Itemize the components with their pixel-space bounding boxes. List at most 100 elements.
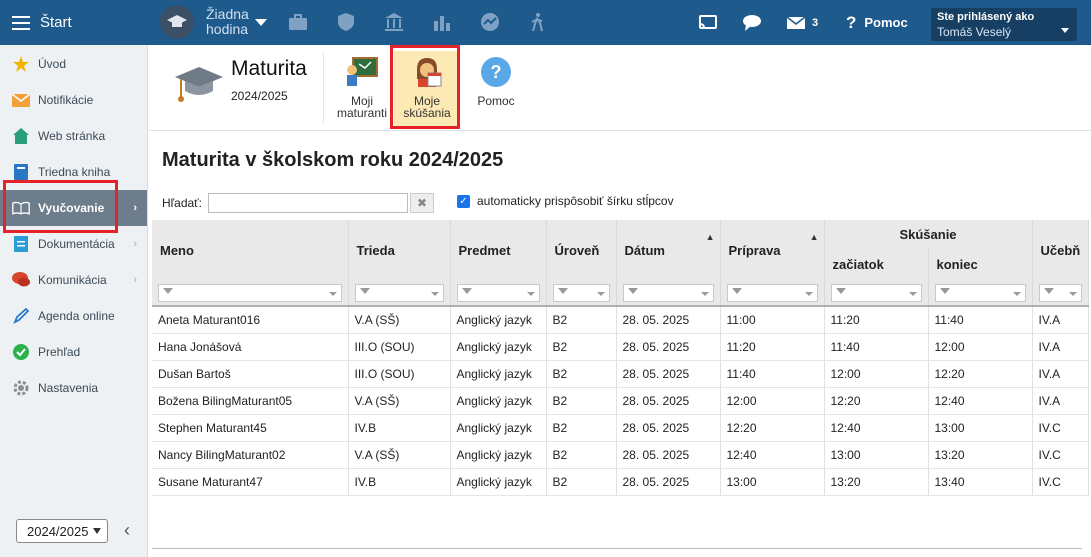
book-icon bbox=[12, 163, 30, 181]
sidebar-item-dokumentacia[interactable]: Dokumentácia › bbox=[0, 226, 147, 262]
cell-exam-end: 13:00 bbox=[928, 414, 1033, 442]
hour-selector[interactable]: Žiadna hodina bbox=[160, 5, 267, 39]
institution-icon[interactable] bbox=[384, 12, 404, 32]
chevron-right-icon: › bbox=[133, 274, 137, 286]
cell-subject: Anglický jazyk bbox=[450, 387, 547, 415]
filter-icon bbox=[731, 287, 742, 294]
cell-prep: 11:00 bbox=[720, 306, 825, 334]
analytics-icon[interactable] bbox=[480, 12, 500, 32]
my-exams-button[interactable]: Moje skúšania bbox=[394, 51, 460, 127]
auto-width-label: automaticky prispôsobiť šírku stĺpcov bbox=[477, 194, 674, 208]
start-menu-button[interactable]: Štart bbox=[0, 0, 148, 45]
exams-table-body: Aneta Maturant016 V.A (SŠ) Anglický jazyk B… bbox=[152, 306, 1090, 496]
table-row[interactable]: Hana Jonášová III.O (SOU) Anglický jazyk B2… bbox=[152, 333, 1090, 361]
sidebar-item-prehlad[interactable]: Prehľad bbox=[0, 334, 147, 370]
column-header-prep[interactable]: Príprava ▲ bbox=[720, 220, 825, 280]
school-year-select[interactable]: 2024/2025 bbox=[16, 519, 108, 543]
sidebar-item-uvod[interactable]: Úvod bbox=[0, 46, 147, 82]
cell-date: 28. 05. 2025 bbox=[616, 441, 721, 469]
house-icon bbox=[12, 127, 30, 145]
module-toolbar: Maturita 2024/2025 Moji maturanti Moje s… bbox=[149, 45, 1091, 131]
filter-exam-start[interactable] bbox=[830, 283, 922, 302]
chevron-right-icon: › bbox=[133, 238, 137, 250]
auto-width-option[interactable]: ✓ automaticky prispôsobiť šírku stĺpcov bbox=[457, 194, 674, 208]
cell-exam-start: 11:40 bbox=[824, 333, 929, 361]
table-row[interactable]: Stephen Maturant45 IV.B Anglický jazyk B2 28… bbox=[152, 414, 1090, 442]
filter-exam-end[interactable] bbox=[934, 283, 1026, 302]
star-icon bbox=[12, 55, 30, 73]
blackboard-icon bbox=[345, 55, 379, 89]
filter-room[interactable] bbox=[1038, 283, 1083, 302]
cell-exam-end: 12:20 bbox=[928, 360, 1033, 388]
column-header-exam-end[interactable]: koniec bbox=[928, 248, 1033, 280]
chevron-down-icon bbox=[254, 18, 267, 26]
sidebar-item-web[interactable]: Web stránka bbox=[0, 118, 147, 154]
clear-search-button[interactable]: ✖ bbox=[410, 193, 435, 213]
cell-name: Dušan Bartoš bbox=[152, 360, 349, 388]
cell-exam-end: 12:00 bbox=[928, 333, 1033, 361]
messages-button[interactable]: 3 bbox=[786, 0, 818, 45]
filter-subject[interactable] bbox=[456, 283, 540, 302]
collapse-sidebar-icon[interactable]: ‹ bbox=[124, 520, 130, 541]
chat-bubbles-icon[interactable] bbox=[742, 13, 764, 33]
table-row[interactable]: Nancy BilingMaturant02 V.A (SŠ) Anglický j… bbox=[152, 441, 1090, 469]
cell-class: IV.B bbox=[348, 414, 451, 442]
table-row[interactable]: Dušan Bartoš III.O (SOU) Anglický jazyk B2 2… bbox=[152, 360, 1090, 388]
column-header-date[interactable]: Dátum ▲ bbox=[616, 220, 721, 280]
cell-room: IV.A bbox=[1032, 387, 1090, 415]
column-header-name[interactable]: Meno bbox=[152, 220, 349, 280]
user-menu[interactable]: Ste prihlásený ako Tomáš Veselý bbox=[931, 8, 1077, 41]
column-header-exam-start[interactable]: začiatok bbox=[824, 248, 929, 280]
cell-level: B2 bbox=[546, 468, 617, 496]
table-row[interactable]: Susane Maturant47 IV.B Anglický jazyk B2 28.… bbox=[152, 468, 1090, 496]
table-row[interactable]: Aneta Maturant016 V.A (SŠ) Anglický jazyk B… bbox=[152, 306, 1090, 334]
search-input[interactable] bbox=[208, 193, 409, 213]
column-header-room[interactable]: Učebň bbox=[1032, 220, 1090, 280]
help-toolbar-button[interactable]: ? Pomoc bbox=[463, 51, 529, 127]
envelope-icon bbox=[12, 91, 30, 109]
filter-icon bbox=[1043, 287, 1054, 294]
filter-date[interactable] bbox=[622, 283, 714, 302]
question-icon: ? bbox=[846, 12, 857, 32]
sidebar: Úvod Notifikácie Web stránka Triedna kni… bbox=[0, 45, 148, 557]
chevron-down-icon bbox=[430, 291, 439, 296]
cell-name: Nancy BilingMaturant02 bbox=[152, 441, 349, 469]
help-button[interactable]: ? Pomoc bbox=[846, 0, 908, 45]
sidebar-item-triedna-kniha[interactable]: Triedna kniha bbox=[0, 154, 147, 190]
cell-date: 28. 05. 2025 bbox=[616, 333, 721, 361]
column-header-class[interactable]: Trieda bbox=[348, 220, 451, 280]
auto-width-checkbox[interactable]: ✓ bbox=[457, 194, 470, 208]
cell-level: B2 bbox=[546, 414, 617, 442]
filter-level[interactable] bbox=[552, 283, 610, 302]
cell-prep: 12:20 bbox=[720, 414, 825, 442]
column-header-level[interactable]: Úroveň bbox=[546, 220, 617, 280]
sidebar-item-komunikacia[interactable]: Komunikácia › bbox=[0, 262, 147, 298]
column-header-subject[interactable]: Predmet bbox=[450, 220, 547, 280]
module-title: Maturita bbox=[231, 57, 307, 80]
cell-name: Božena BilingMaturant05 bbox=[152, 387, 349, 415]
bar-chart-icon[interactable] bbox=[432, 12, 452, 32]
sidebar-item-agenda[interactable]: Agenda online bbox=[0, 298, 147, 334]
chevron-down-icon bbox=[908, 291, 917, 296]
table-row[interactable]: Božena BilingMaturant05 V.A (SŠ) Anglický … bbox=[152, 387, 1090, 415]
chevron-down-icon bbox=[93, 528, 101, 534]
shield-icon[interactable] bbox=[336, 12, 356, 32]
page-title: Maturita v školskom roku 2024/2025 bbox=[162, 149, 504, 171]
filter-name[interactable] bbox=[158, 283, 342, 302]
cast-icon[interactable] bbox=[698, 14, 718, 32]
cell-date: 28. 05. 2025 bbox=[616, 360, 721, 388]
cell-exam-start: 12:00 bbox=[824, 360, 929, 388]
sidebar-item-vyucovanie[interactable]: Vyučovanie › bbox=[0, 190, 147, 226]
cell-level: B2 bbox=[546, 306, 617, 334]
filter-class[interactable] bbox=[354, 283, 444, 302]
cell-exam-start: 11:20 bbox=[824, 306, 929, 334]
filter-prep[interactable] bbox=[726, 283, 818, 302]
help-label: Pomoc bbox=[864, 15, 908, 30]
sidebar-item-nastavenia[interactable]: Nastavenia bbox=[0, 370, 147, 406]
briefcase-icon[interactable] bbox=[288, 12, 308, 32]
filter-icon bbox=[461, 287, 472, 294]
hiking-icon[interactable] bbox=[528, 12, 548, 32]
sidebar-item-notifikacie[interactable]: Notifikácie bbox=[0, 82, 147, 118]
chevron-down-icon bbox=[328, 291, 337, 296]
my-graduates-button[interactable]: Moji maturanti bbox=[329, 51, 395, 127]
